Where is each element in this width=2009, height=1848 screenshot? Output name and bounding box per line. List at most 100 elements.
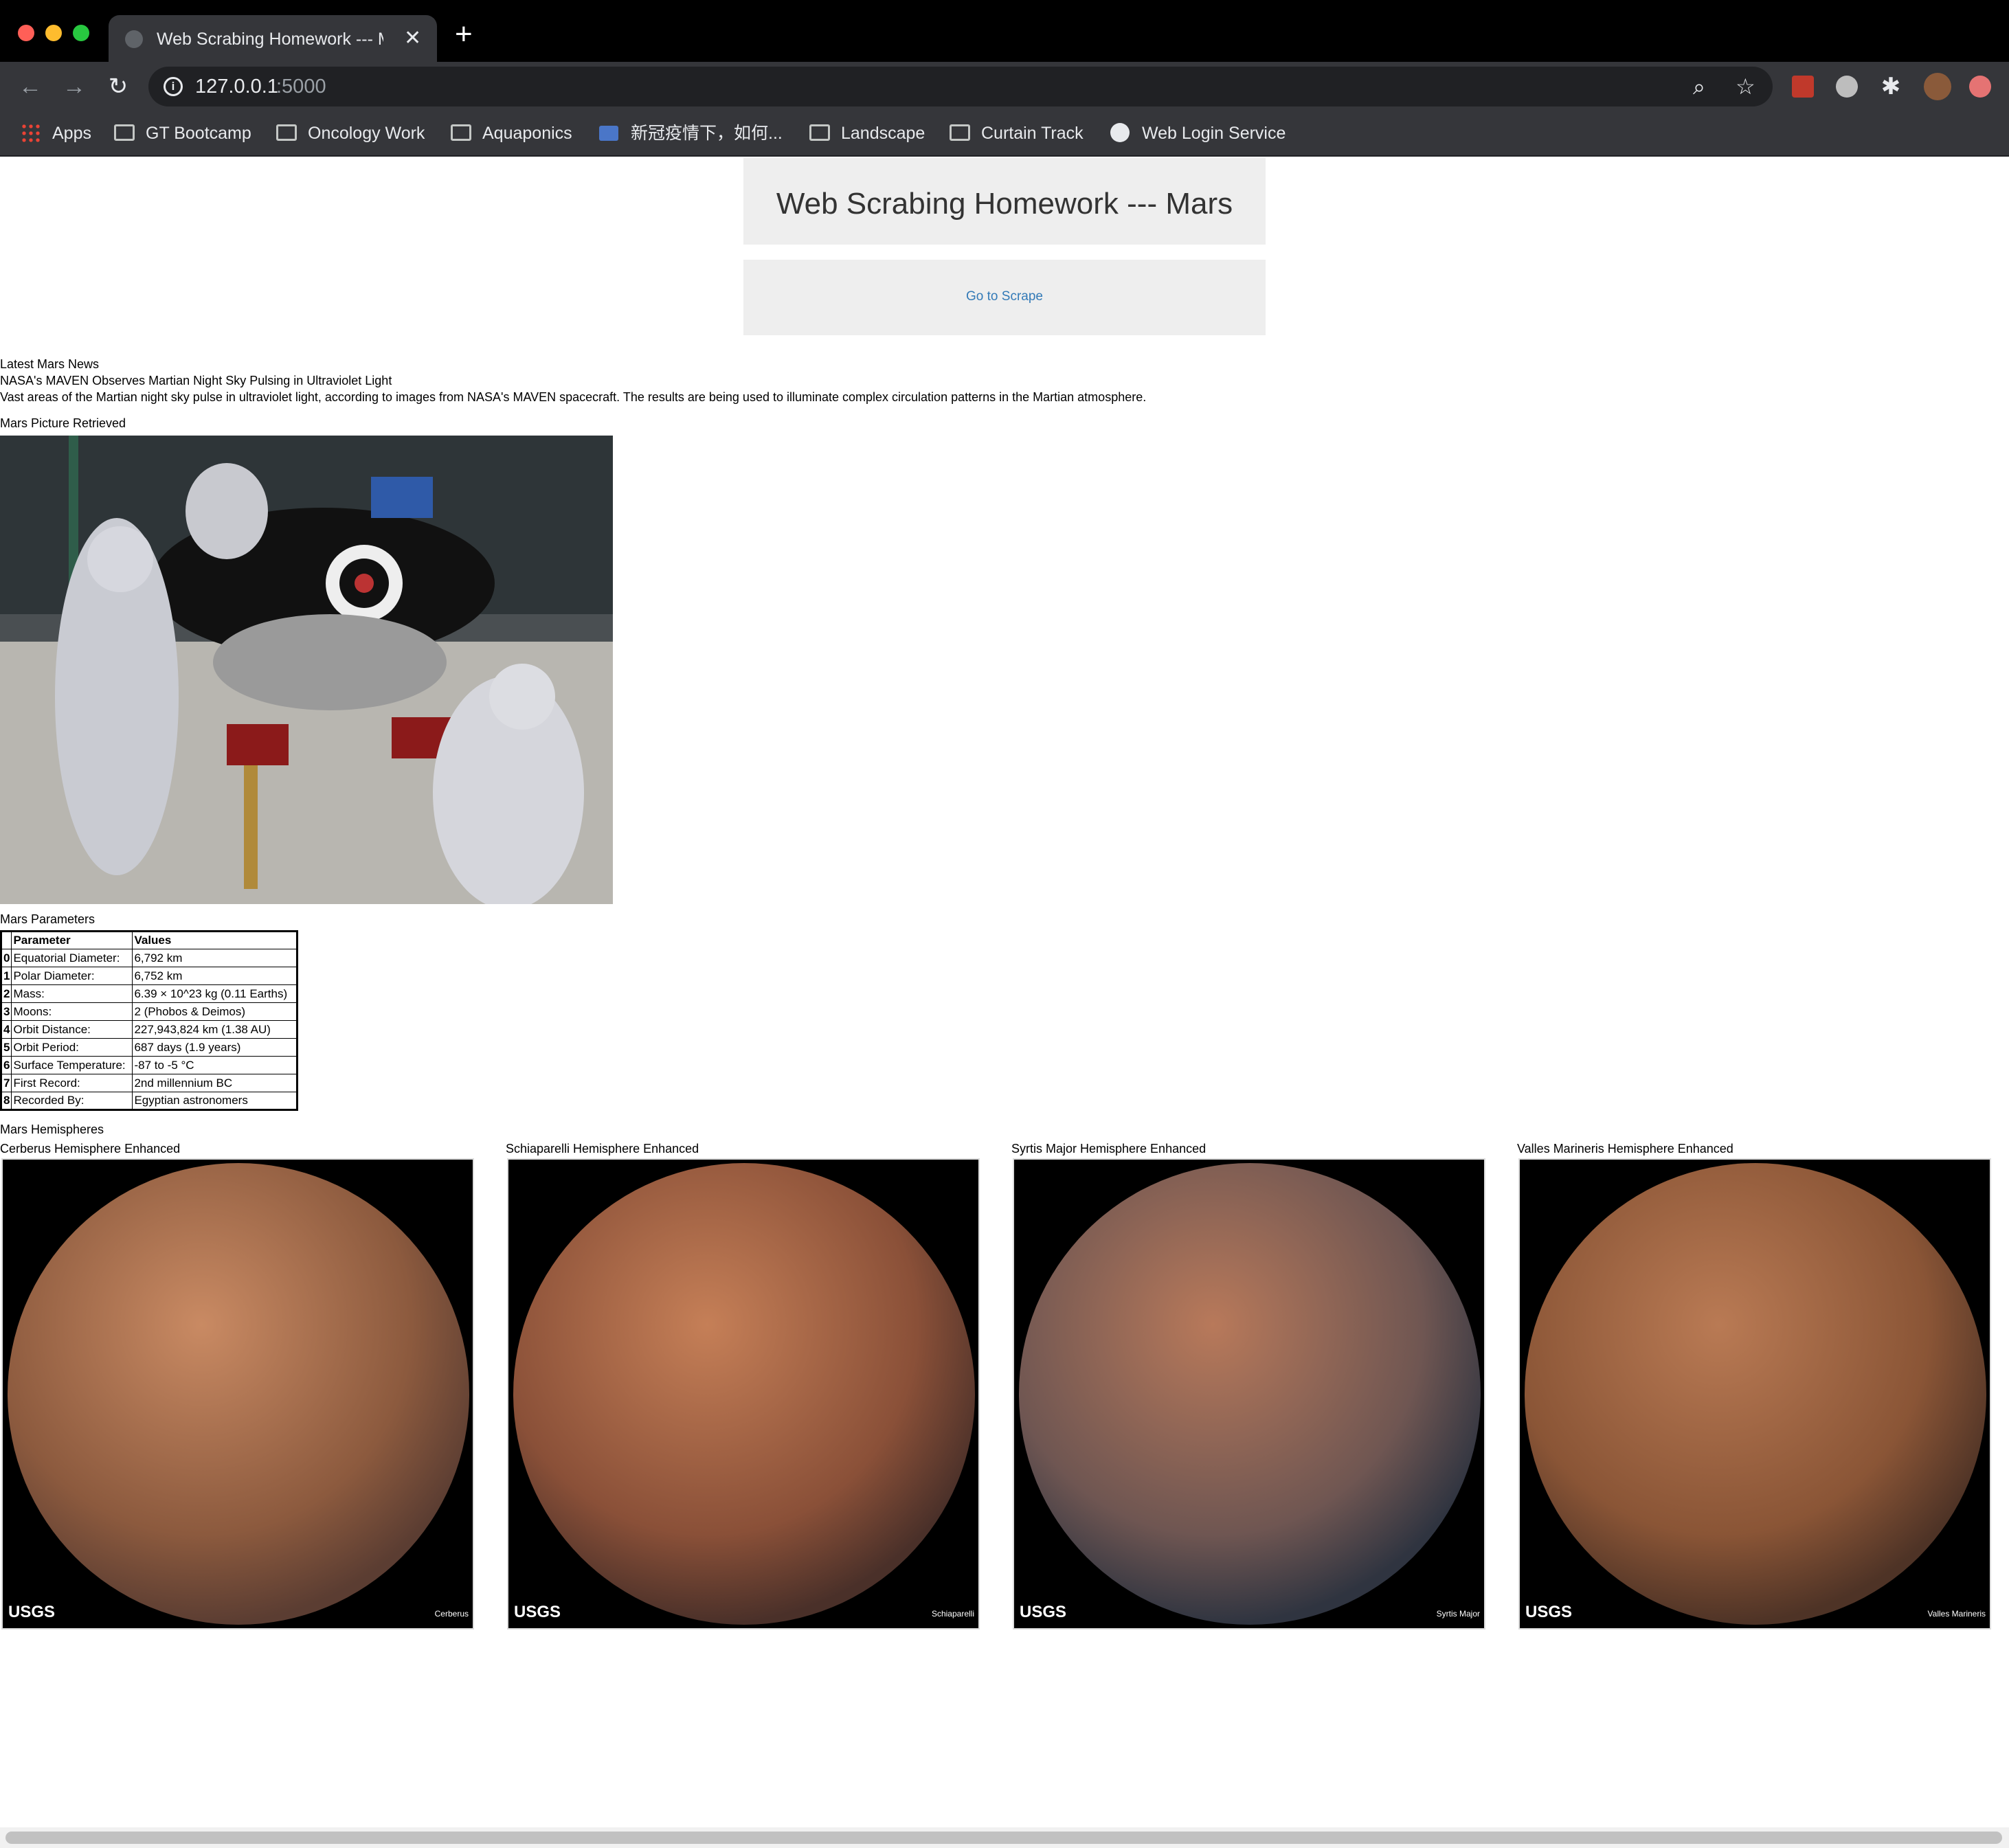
globe-icon — [1110, 123, 1130, 142]
maximize-window-button[interactable] — [73, 25, 89, 41]
bookmark-aquaponics[interactable]: Aquaponics — [451, 120, 572, 147]
table-row: 3 Moons: 2 (Phobos & Deimos) — [0, 1002, 298, 1021]
bookmark-covid-article[interactable]: 新冠疫情下，如何... — [599, 120, 783, 147]
table-row: 7 First Record: 2nd millennium BC — [0, 1074, 298, 1092]
parameter-cell: Surface Temperature: — [11, 1056, 133, 1074]
mars-globe-image — [1525, 1163, 1986, 1625]
value-cell: 227,943,824 km (1.38 AU) — [132, 1020, 298, 1039]
minimize-window-button[interactable] — [45, 25, 62, 41]
circle-extension-icon[interactable] — [1836, 76, 1858, 98]
new-tab-button[interactable]: + — [455, 19, 473, 49]
values-header: Values — [132, 931, 298, 949]
globe-icon — [125, 30, 143, 48]
bookmark-landscape[interactable]: Landscape — [809, 120, 925, 147]
row-index: 0 — [0, 949, 12, 967]
table-row: 6 Surface Temperature: -87 to -5 °C — [0, 1056, 298, 1074]
star-icon[interactable]: ☆ — [1736, 74, 1755, 100]
parameter-header: Parameter — [11, 931, 133, 949]
address-bar[interactable]: i 127.0.0.1 :5000 ⌕ ☆ — [148, 67, 1773, 106]
featured-mars-image — [0, 436, 613, 904]
apps-grid-icon — [21, 123, 40, 142]
hemisphere-title: Syrtis Major Hemisphere Enhanced — [1011, 1142, 1206, 1156]
news-title: NASA's MAVEN Observes Martian Night Sky … — [0, 374, 392, 387]
hemisphere-title: Schiaparelli Hemisphere Enhanced — [506, 1142, 699, 1156]
hemisphere-caption: Cerberus — [434, 1609, 469, 1619]
row-index: 3 — [0, 1002, 12, 1021]
bookmark-gt-bootcamp[interactable]: GT Bootcamp — [114, 120, 251, 147]
value-cell: 6,792 km — [132, 949, 298, 967]
hemisphere-title: Cerberus Hemisphere Enhanced — [0, 1142, 181, 1156]
hemisphere-caption: Valles Marineris — [1927, 1609, 1986, 1619]
facts-heading: Mars Parameters — [0, 912, 96, 926]
picture-heading: Mars Picture Retrieved — [0, 416, 126, 430]
page-icon — [599, 126, 618, 141]
go-to-scrape-link[interactable]: Go to Scrape — [743, 287, 1266, 306]
bookmark-web-login-service[interactable]: Web Login Service — [1110, 120, 1286, 147]
header-jumbotron: Web Scrabing Homework --- Mars — [743, 158, 1266, 245]
active-tab[interactable]: Web Scrabing Homework --- Mars ✕ — [109, 15, 437, 62]
table-row: 2 Mass: 6.39 × 10^23 kg (0.11 Earths) — [0, 984, 298, 1003]
value-cell: Egyptian astronomers — [132, 1092, 298, 1110]
puzzle-icon[interactable]: ✱ — [1876, 71, 1906, 102]
news-paragraph: Vast areas of the Martian night sky puls… — [0, 390, 1147, 404]
folder-icon — [451, 124, 471, 141]
folder-icon — [276, 124, 297, 141]
row-index: 7 — [0, 1074, 12, 1092]
parameter-cell: Recorded By: — [11, 1092, 133, 1110]
hemisphere-image: USGS Cerberus — [1, 1158, 474, 1630]
horizontal-scrollbar[interactable] — [0, 1827, 2009, 1848]
mars-globe-image — [8, 1163, 469, 1625]
bookmark-extension-icon[interactable] — [1792, 76, 1814, 98]
hemisphere-image: USGS Schiaparelli — [507, 1158, 980, 1630]
parameter-cell: Orbit Period: — [11, 1038, 133, 1057]
reload-icon[interactable]: ↻ — [103, 71, 133, 102]
usgs-logo: USGS — [8, 1603, 56, 1621]
browser-toolbar: ← → ↻ i 127.0.0.1 :5000 ⌕ ☆ ✱ — [0, 62, 2009, 111]
featured-image-art — [0, 436, 613, 904]
info-icon[interactable]: i — [164, 77, 183, 96]
usgs-logo: USGS — [514, 1603, 561, 1621]
mars-globe-image — [513, 1163, 975, 1625]
value-cell: 2 (Phobos & Deimos) — [132, 1002, 298, 1021]
hemisphere-caption: Syrtis Major — [1436, 1609, 1480, 1619]
avatar[interactable] — [1924, 73, 1951, 100]
parameter-cell: Polar Diameter: — [11, 967, 133, 985]
table-row: 8 Recorded By: Egyptian astronomers — [0, 1092, 298, 1110]
table-header-row: Parameter Values — [0, 931, 298, 949]
index-header — [0, 931, 12, 949]
value-cell: 6.39 × 10^23 kg (0.11 Earths) — [132, 984, 298, 1003]
row-index: 8 — [0, 1092, 12, 1110]
parameter-cell: First Record: — [11, 1074, 133, 1092]
folder-icon — [809, 124, 830, 141]
hemisphere-image: USGS Syrtis Major — [1013, 1158, 1485, 1630]
bookmark-curtain-track[interactable]: Curtain Track — [950, 120, 1084, 147]
value-cell: 2nd millennium BC — [132, 1074, 298, 1092]
parameter-cell: Moons: — [11, 1002, 133, 1021]
scrollbar-thumb[interactable] — [5, 1832, 2002, 1844]
bookmark-apps[interactable]: Apps — [21, 120, 91, 147]
zoom-icon[interactable]: ⌕ — [1693, 74, 1705, 100]
bookmarks-bar: Apps GT Bootcamp Oncology Work Aquaponic… — [0, 111, 2009, 157]
value-cell: -87 to -5 °C — [132, 1056, 298, 1074]
parameter-cell: Mass: — [11, 984, 133, 1003]
parameter-cell: Equatorial Diameter: — [11, 949, 133, 967]
update-icon[interactable] — [1969, 76, 1991, 98]
folder-icon — [114, 124, 135, 141]
usgs-logo: USGS — [1020, 1603, 1067, 1621]
value-cell: 687 days (1.9 years) — [132, 1038, 298, 1057]
url-host: 127.0.0.1 — [195, 76, 278, 98]
row-index: 5 — [0, 1038, 12, 1057]
forward-icon[interactable]: → — [59, 71, 89, 102]
news-heading: Latest Mars News — [0, 357, 100, 371]
table-row: 1 Polar Diameter: 6,752 km — [0, 967, 298, 985]
close-window-button[interactable] — [18, 25, 34, 41]
bookmark-oncology-work[interactable]: Oncology Work — [276, 120, 425, 147]
close-tab-icon[interactable]: ✕ — [404, 27, 421, 50]
mars-globe-image — [1019, 1163, 1481, 1625]
mars-facts-table: Parameter Values 0 Equatorial Diameter: 6,… — [0, 930, 299, 1111]
hemisphere-caption: Schiaparelli — [931, 1609, 974, 1619]
back-icon[interactable]: ← — [15, 71, 45, 102]
parameter-cell: Orbit Distance: — [11, 1020, 133, 1039]
browser-chrome: Web Scrabing Homework --- Mars ✕ + ← → ↻… — [0, 0, 2009, 157]
tab-title: Web Scrabing Homework --- Mars — [157, 30, 383, 49]
